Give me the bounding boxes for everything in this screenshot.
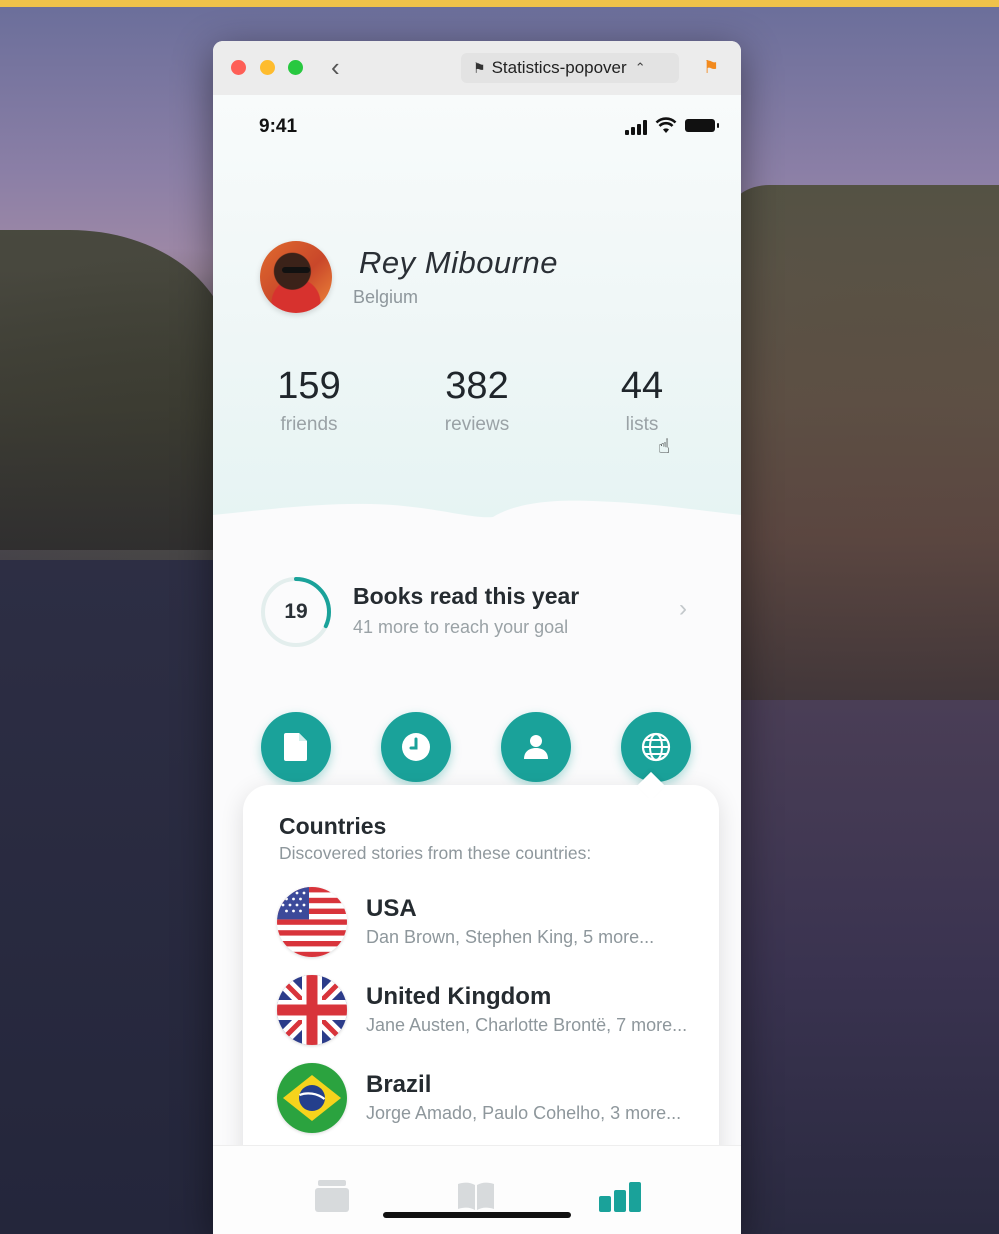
window-titlebar: ‹ ⚑ Statistics-popover ⌃ ⚑ xyxy=(213,41,741,96)
country-authors: Dan Brown, Stephen King, 5 more... xyxy=(366,927,655,947)
chevron-right-icon: › xyxy=(679,595,687,622)
minimize-window-button[interactable] xyxy=(260,60,275,75)
battery-icon xyxy=(685,119,719,132)
history-button[interactable] xyxy=(381,712,451,782)
document-icon xyxy=(284,733,307,761)
bar-chart-icon xyxy=(599,1182,641,1212)
country-row-united-kingdom[interactable]: United Kingdom Jane Austen, Charlotte Br… xyxy=(277,975,717,1047)
status-bar: 9:41 xyxy=(213,111,741,141)
profile-button[interactable] xyxy=(501,712,571,782)
scheme-selector[interactable]: ⚑ Statistics-popover ⌃ xyxy=(461,53,679,83)
cellular-signal-icon xyxy=(625,119,649,135)
country-name: Brazil xyxy=(366,1071,432,1098)
country-authors: Jorge Amado, Paulo Cohelho, 3 more... xyxy=(366,1103,682,1123)
chevron-updown-icon: ⌃ xyxy=(634,60,646,75)
status-time: 9:41 xyxy=(259,116,298,137)
books-subtitle: 41 more to reach your goal xyxy=(353,617,569,637)
stat-reviews[interactable]: 382 reviews xyxy=(407,365,547,436)
books-title: Books read this year xyxy=(353,583,580,609)
stat-reviews-value: 382 xyxy=(445,365,509,407)
avatar[interactable] xyxy=(260,241,332,313)
books-count: 19 xyxy=(284,600,308,623)
background-cliff-left xyxy=(0,230,230,550)
stat-lists[interactable]: 44 lists xyxy=(572,365,712,436)
country-name: USA xyxy=(366,895,417,922)
close-window-button[interactable] xyxy=(231,60,246,75)
tab-statistics[interactable] xyxy=(599,1176,641,1216)
chevron-left-icon[interactable]: ‹ xyxy=(331,53,340,81)
country-row-brazil[interactable]: Brazil Jorge Amado, Paulo Cohelho, 3 mor… xyxy=(277,1063,717,1135)
background-cliff-right xyxy=(729,185,999,725)
home-indicator[interactable] xyxy=(383,1212,571,1218)
person-icon xyxy=(524,735,548,759)
hand-pointer-cursor-icon: ☝ xyxy=(658,436,671,458)
clock-icon xyxy=(402,733,430,761)
tab-bar xyxy=(213,1145,741,1234)
country-row-usa[interactable]: USA Dan Brown, Stephen King, 5 more... xyxy=(277,887,717,959)
tab-reading[interactable] xyxy=(456,1176,496,1216)
stat-lists-value: 44 xyxy=(620,365,664,407)
country-authors: Jane Austen, Charlotte Brontë, 7 more... xyxy=(366,1015,688,1035)
books-progress-card[interactable]: 19 Books read this year 41 more to reach… xyxy=(259,575,699,653)
country-name: United Kingdom xyxy=(366,983,552,1010)
profile-country: Belgium xyxy=(353,287,419,307)
countries-button[interactable] xyxy=(621,712,691,782)
us-flag-icon xyxy=(277,887,347,957)
stat-lists-label: lists xyxy=(625,414,659,435)
header-wave-divider xyxy=(213,500,741,551)
background-sea-left xyxy=(0,560,214,1234)
phone-screen: 9:41 Rey Mibourne Belgium 159 friends 38… xyxy=(213,95,741,1234)
book-icon xyxy=(458,1182,494,1210)
background-sea-right xyxy=(739,700,999,1234)
issue-flag-icon[interactable]: ⚑ xyxy=(703,57,719,78)
stat-friends-value: 159 xyxy=(277,365,341,407)
stat-friends[interactable]: 159 friends xyxy=(239,365,379,436)
uk-flag-icon xyxy=(277,975,347,1045)
flag-icon: ⚑ xyxy=(473,59,486,76)
stack-icon xyxy=(315,1180,349,1212)
zoom-window-button[interactable] xyxy=(288,60,303,75)
scheme-label: Statistics-popover xyxy=(491,58,627,77)
tab-library[interactable] xyxy=(312,1176,352,1216)
simulator-window: ‹ ⚑ Statistics-popover ⌃ ⚑ 9:41 Rey Mibo… xyxy=(213,41,741,1234)
popover-subtitle: Discovered stories from these countries: xyxy=(279,843,592,863)
profile-name: Rey Mibourne xyxy=(359,245,558,280)
wifi-icon xyxy=(655,117,677,133)
document-button[interactable] xyxy=(261,712,331,782)
popover-title: Countries xyxy=(279,813,387,839)
brazil-flag-icon xyxy=(277,1063,347,1133)
stat-friends-label: friends xyxy=(280,414,338,435)
avatar-glasses xyxy=(282,267,310,273)
globe-icon xyxy=(641,732,671,762)
stat-reviews-label: reviews xyxy=(444,414,510,435)
